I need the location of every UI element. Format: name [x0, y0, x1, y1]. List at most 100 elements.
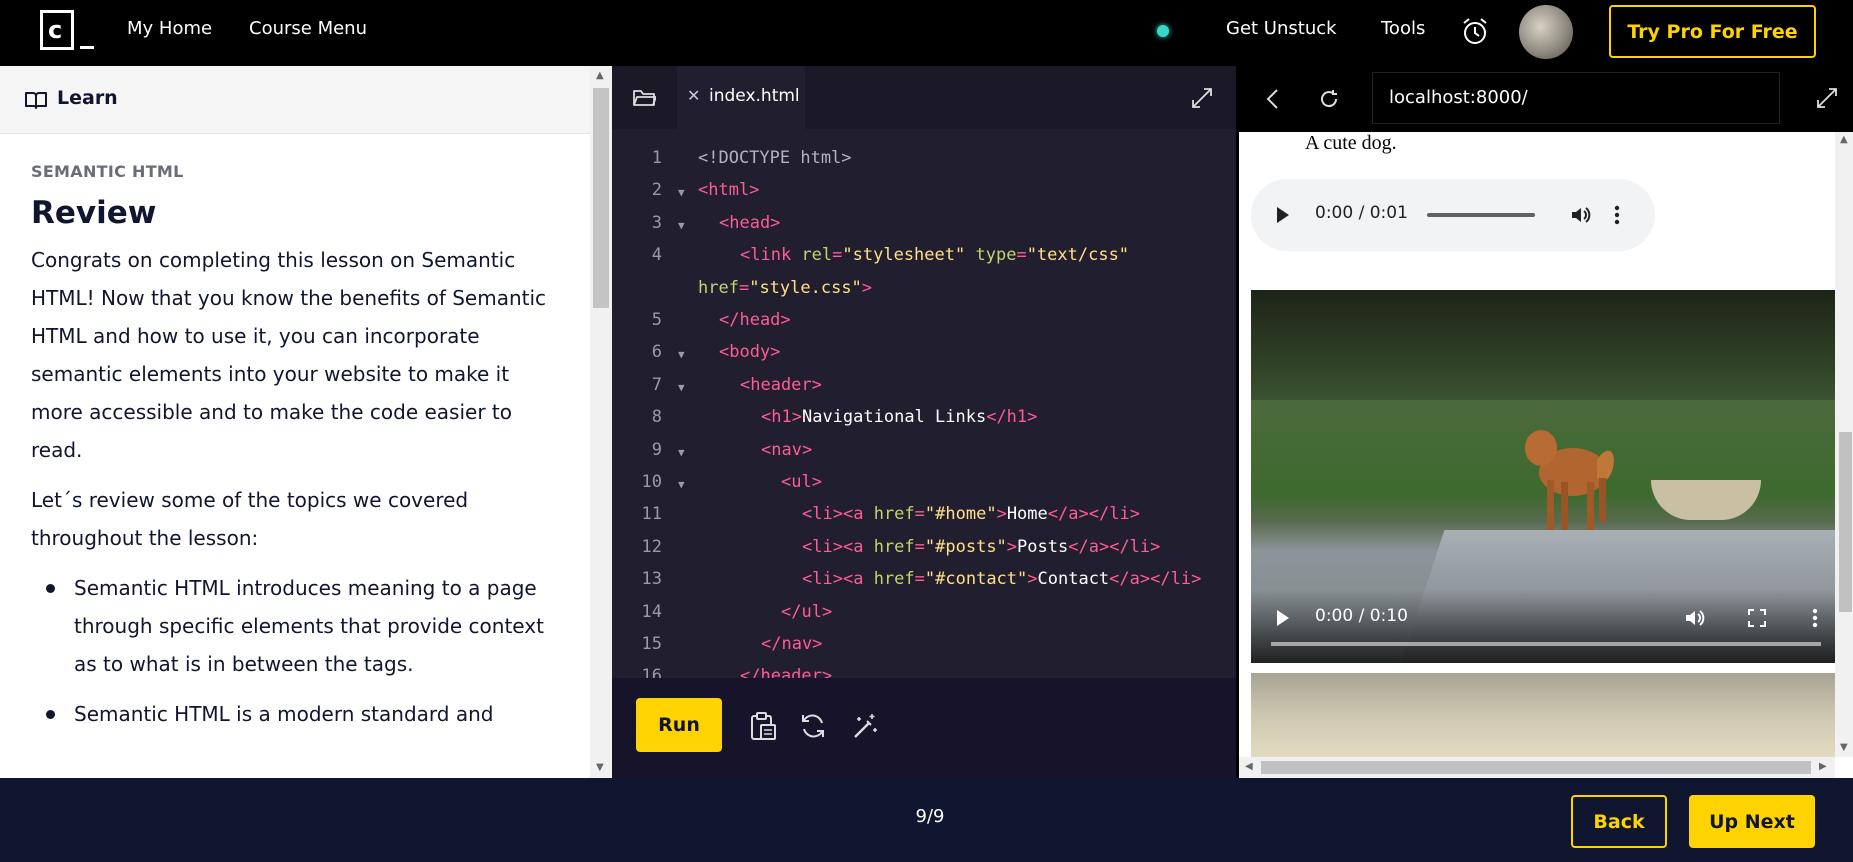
volume-icon[interactable]: [1683, 606, 1707, 630]
scrollbar-thumb[interactable]: [1261, 761, 1811, 774]
fold-arrow-icon[interactable]: ▼: [678, 478, 685, 491]
video-progress-bar[interactable]: [1271, 642, 1821, 646]
line-number: 14: [641, 602, 662, 622]
line-number: 12: [641, 537, 662, 557]
line-number: 3: [651, 213, 662, 233]
browser-preview: localhost:8000/ A cute dog. 0:00 / 0:01: [1236, 66, 1853, 778]
video-player[interactable]: 0:00 / 0:10: [1251, 290, 1835, 663]
code-line: <li><a href="#home">Home</a></li>: [802, 504, 1140, 524]
folder-icon[interactable]: [632, 88, 656, 108]
code-line: </head>: [719, 310, 791, 330]
magic-wand-icon[interactable]: [850, 711, 880, 741]
preview-viewport: A cute dog. 0:00 / 0:01 0:00 / 0:10: [1239, 132, 1835, 757]
play-icon[interactable]: [1275, 608, 1291, 628]
code-line: <nav>: [761, 440, 813, 460]
try-pro-button[interactable]: Try Pro For Free: [1609, 5, 1816, 58]
my-home-link[interactable]: My Home: [127, 18, 212, 39]
scrollbar-thumb[interactable]: [1839, 432, 1852, 612]
editor-tab-bar: ✕ index.html: [612, 66, 1236, 129]
scrollbar-thumb[interactable]: [593, 88, 609, 308]
more-options-icon[interactable]: [1811, 606, 1819, 630]
code-line: </nav>: [761, 634, 823, 654]
line-number: 7: [651, 375, 662, 395]
line-number: 2: [651, 180, 662, 200]
code-line: <body>: [719, 342, 781, 362]
scroll-right-arrow-icon[interactable]: ▶: [1819, 761, 1827, 772]
scroll-left-arrow-icon[interactable]: ◀: [1245, 761, 1253, 772]
scroll-up-arrow-icon[interactable]: ▲: [1840, 134, 1848, 145]
code-editor: ✕ index.html 1 2 3 4 5 6 7 8 9 10 11 12 …: [612, 66, 1236, 778]
review-list: Semantic HTML introduces meaning to a pa…: [31, 569, 561, 733]
line-number: 8: [651, 407, 662, 427]
lesson-paragraph: Congrats on completing this lesson on Se…: [31, 248, 547, 462]
code-line: <head>: [719, 213, 781, 233]
more-options-icon[interactable]: [1613, 203, 1621, 227]
line-number: 1: [651, 148, 662, 168]
clipboard-icon[interactable]: [748, 711, 778, 741]
lesson-kicker: SEMANTIC HTML: [31, 162, 184, 181]
codecademy-logo[interactable]: c: [40, 10, 96, 52]
course-menu-link[interactable]: Course Menu: [249, 18, 367, 39]
line-number: 16: [641, 666, 662, 678]
url-bar[interactable]: localhost:8000/: [1372, 72, 1780, 124]
fold-arrow-icon[interactable]: ▼: [678, 186, 685, 199]
line-number: 4: [651, 245, 662, 265]
reset-icon[interactable]: [798, 711, 828, 741]
logo-underscore: [80, 46, 94, 49]
expand-icon[interactable]: [1190, 86, 1214, 110]
code-line: <li><a href="#posts">Posts</a></li>: [802, 537, 1161, 557]
video-background-trees: [1251, 290, 1835, 400]
tools-button[interactable]: Tools: [1381, 18, 1425, 39]
fold-arrow-icon[interactable]: ▼: [678, 348, 685, 361]
tab-index-html[interactable]: ✕ index.html: [677, 66, 805, 129]
code-line: <html>: [698, 180, 760, 200]
learn-header-label: Learn: [57, 87, 118, 109]
code-area[interactable]: 1 2 3 4 5 6 7 8 9 10 11 12 13 14 15 16 ▼…: [612, 148, 1236, 678]
learn-panel: Learn SEMANTIC HTML Review Congrats on c…: [0, 66, 612, 778]
audio-time: 0:00 / 0:01: [1315, 203, 1408, 223]
line-number: 5: [651, 310, 662, 330]
video-controls: 0:00 / 0:10: [1251, 590, 1835, 663]
refresh-icon[interactable]: [1318, 88, 1340, 110]
fold-arrow-icon[interactable]: ▼: [678, 446, 685, 459]
video-time: 0:00 / 0:10: [1315, 606, 1408, 626]
user-avatar[interactable]: [1519, 5, 1573, 59]
alarm-clock-icon[interactable]: [1460, 16, 1490, 46]
back-button[interactable]: Back: [1571, 795, 1667, 848]
second-video-player[interactable]: [1251, 673, 1835, 757]
scroll-down-arrow-icon[interactable]: ▼: [596, 762, 604, 773]
get-unstuck-button[interactable]: Get Unstuck: [1226, 18, 1337, 39]
back-arrow-icon[interactable]: [1265, 88, 1281, 110]
status-indicator-dot: [1157, 25, 1169, 37]
learn-scrollbar[interactable]: ▲ ▼: [590, 66, 612, 778]
flower-pot-image: [1651, 480, 1761, 520]
code-line: <ul>: [781, 472, 822, 492]
line-number: 10: [641, 472, 662, 492]
preview-vertical-scrollbar[interactable]: ▲ ▼: [1835, 132, 1853, 757]
dog-image: [1525, 430, 1614, 530]
volume-icon[interactable]: [1569, 203, 1593, 227]
scroll-up-arrow-icon[interactable]: ▲: [596, 70, 604, 81]
line-number: 9: [651, 440, 662, 460]
fold-arrow-icon[interactable]: ▼: [678, 219, 685, 232]
editor-toolbar: Run: [612, 678, 1236, 778]
page-counter: 9/9: [915, 806, 945, 827]
code-line: href="style.css">: [698, 278, 873, 298]
close-tab-icon[interactable]: ✕: [687, 86, 700, 105]
fullscreen-icon[interactable]: [1747, 608, 1767, 628]
scroll-down-arrow-icon[interactable]: ▼: [1840, 742, 1848, 753]
audio-progress-bar[interactable]: [1427, 213, 1535, 217]
run-button[interactable]: Run: [636, 698, 722, 752]
up-next-button[interactable]: Up Next: [1689, 795, 1815, 848]
play-icon[interactable]: [1275, 205, 1291, 225]
preview-horizontal-scrollbar[interactable]: ◀ ▶: [1239, 757, 1835, 778]
code-line: <h1>Navigational Links</h1>: [761, 407, 1038, 427]
code-line: </ul>: [781, 602, 833, 622]
lesson-paragraph: Let´s review some of the topics we cover…: [31, 488, 469, 550]
expand-icon[interactable]: [1815, 86, 1839, 110]
list-item: Semantic HTML is a modern standard and: [31, 695, 561, 733]
top-navigation-bar: c My Home Course Menu Get Unstuck Tools …: [0, 0, 1853, 66]
line-number: 11: [641, 504, 662, 524]
fold-arrow-icon[interactable]: ▼: [678, 381, 685, 394]
browser-toolbar: localhost:8000/: [1239, 66, 1853, 132]
